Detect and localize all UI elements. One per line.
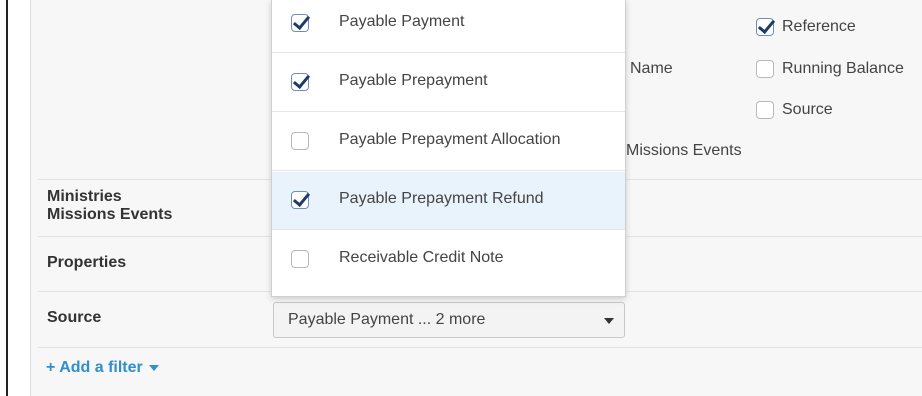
dropdown-option-payable-prepayment[interactable]: Payable Prepayment <box>272 54 625 112</box>
chevron-down-icon <box>148 364 159 371</box>
checkbox-unchecked-icon[interactable] <box>291 132 309 150</box>
checkbox-unchecked-icon[interactable] <box>756 60 774 78</box>
dropdown-option-payable-payment[interactable]: Payable Payment <box>272 0 625 53</box>
column-name-label: Name <box>630 60 673 77</box>
checkbox-checked-icon[interactable] <box>291 191 309 209</box>
checkbox-checked-icon[interactable] <box>756 18 774 36</box>
dropdown-option-payable-prepayment-allocation[interactable]: Payable Prepayment Allocation <box>272 113 625 171</box>
column-option-label: Running Balance <box>782 60 904 78</box>
filter-label-properties: Properties <box>47 254 127 271</box>
column-missions-events-label: Missions Events <box>626 142 742 159</box>
column-option-running-balance[interactable]: Running Balance <box>756 60 904 78</box>
column-option-label: Source <box>782 101 833 119</box>
checkbox-unchecked-icon[interactable] <box>291 250 309 268</box>
dropdown-option-payable-prepayment-refund[interactable]: Payable Prepayment Refund <box>272 172 625 230</box>
source-select-value: Payable Payment ... 2 more <box>288 311 486 328</box>
chevron-down-icon <box>604 318 614 324</box>
column-option-reference[interactable]: Reference <box>756 18 856 36</box>
dropdown-option-receivable-credit-note[interactable]: Receivable Credit Note <box>272 231 625 289</box>
column-option-source[interactable]: Source <box>756 101 833 119</box>
add-filter-link[interactable]: + Add a filter <box>46 359 159 377</box>
column-option-label: Reference <box>782 18 856 36</box>
filter-label-source: Source <box>47 309 102 326</box>
source-dropdown-list[interactable]: Payable Payment Payable Prepayment Payab… <box>271 0 626 297</box>
checkbox-checked-icon[interactable] <box>291 73 309 91</box>
filter-label-ministries: Ministries Missions Events <box>47 188 173 223</box>
source-select[interactable]: Payable Payment ... 2 more <box>273 302 625 338</box>
checkbox-checked-icon[interactable] <box>291 14 309 32</box>
checkbox-unchecked-icon[interactable] <box>756 101 774 119</box>
